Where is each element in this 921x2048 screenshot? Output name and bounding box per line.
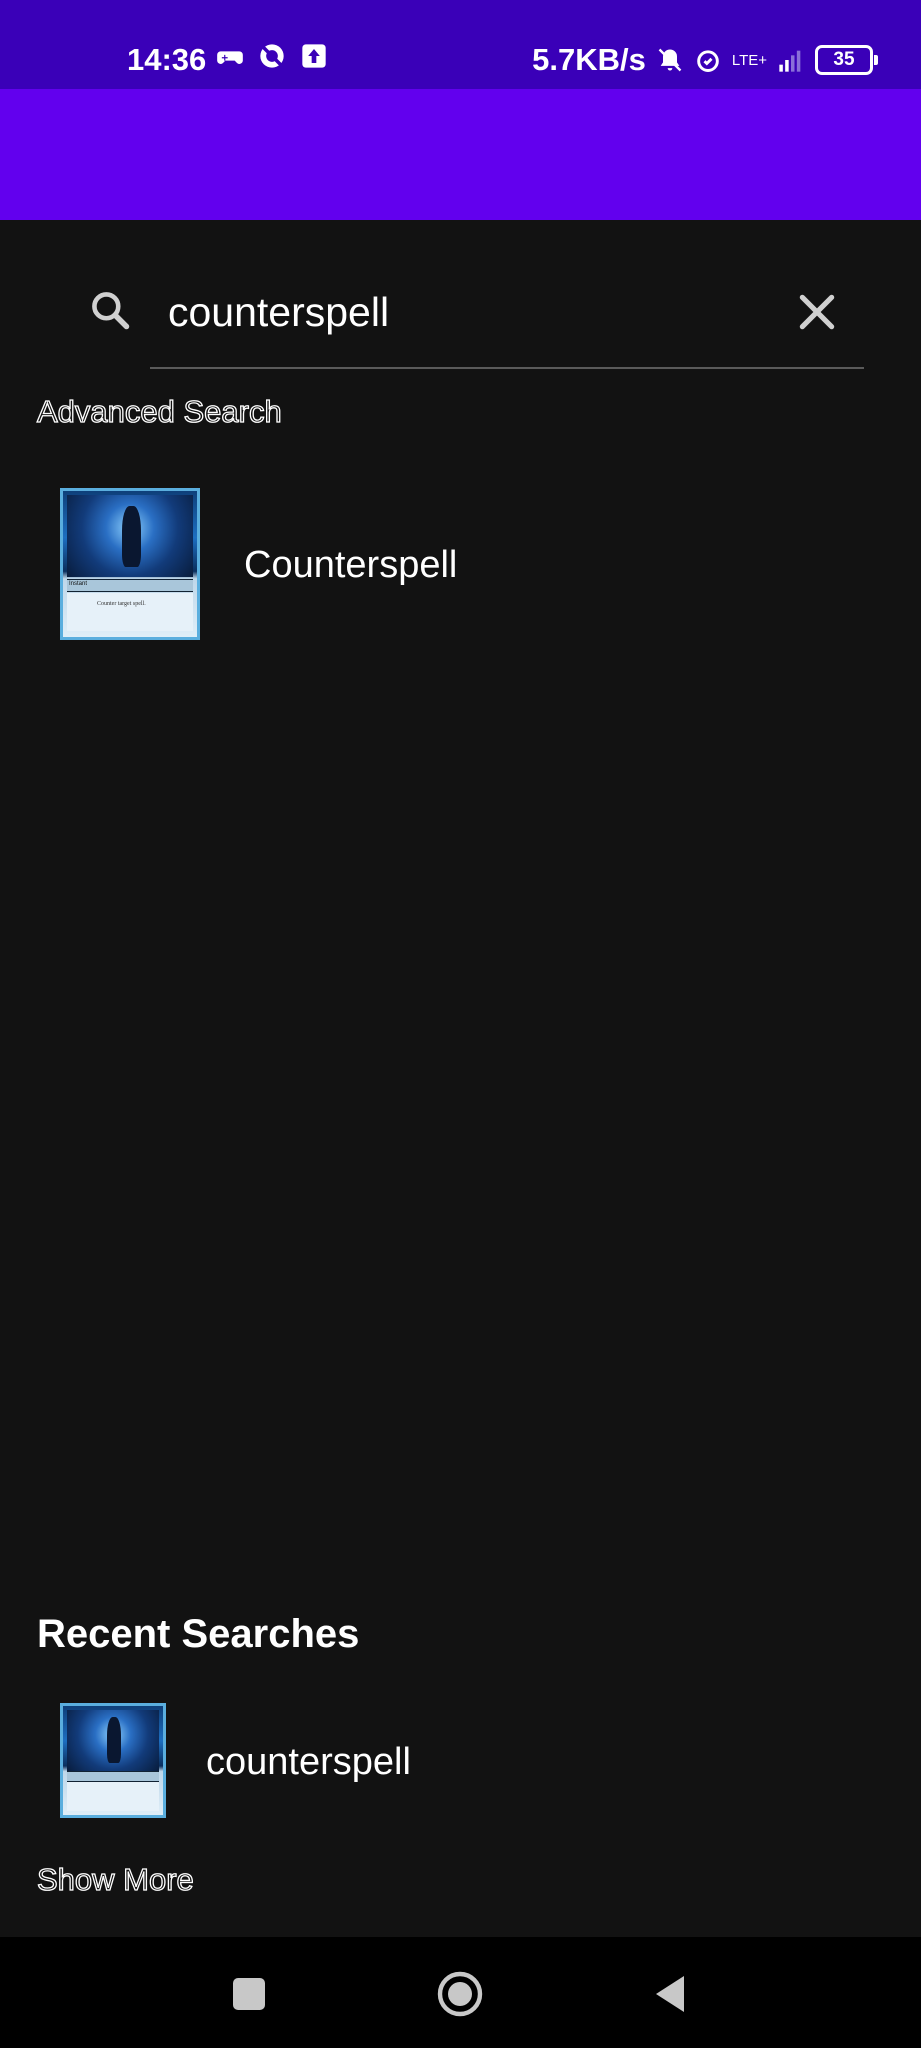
network-type: LTE+: [731, 51, 767, 69]
card-textbox: Counter target spell.: [67, 593, 193, 632]
circle-icon[interactable]: [436, 1970, 484, 2018]
card-textbox: [67, 1782, 159, 1811]
bell-off-icon: [658, 48, 682, 72]
card-thumbnail: Instant Counter target spell.: [60, 488, 200, 640]
advanced-search-link[interactable]: Advanced Search: [36, 393, 282, 430]
gamepad-icon: [217, 51, 243, 64]
show-more-link[interactable]: Show More: [36, 1861, 194, 1898]
card-typeline: Instant: [67, 578, 193, 593]
close-icon[interactable]: [795, 290, 839, 334]
triangle-back-icon[interactable]: [648, 1970, 696, 2018]
status-bar: 14:36 5.7KB/s LTE+ 35: [0, 0, 921, 89]
card-thumbnail: [60, 1703, 166, 1818]
upload-icon: [302, 44, 326, 68]
status-time: 14:36: [127, 42, 207, 77]
card-rules-text: Counter target spell.: [97, 601, 146, 608]
search-result-item[interactable]: Instant Counter target spell. Counterspe…: [60, 488, 880, 646]
recent-search-item[interactable]: counterspell: [60, 1703, 880, 1818]
result-label: Counterspell: [244, 544, 458, 586]
status-right-icons: 5.7KB/s LTE+ 35: [532, 42, 878, 78]
card-type-text: Instant: [69, 580, 88, 587]
search-icon: [92, 292, 130, 330]
alarm-icon: [697, 50, 719, 72]
network-speed: 5.7KB/s: [532, 42, 646, 77]
signal-icon: [779, 50, 801, 72]
battery-indicator: 35: [815, 45, 878, 75]
app-bar: [0, 89, 921, 220]
card-art-figure: [121, 505, 141, 567]
recent-searches-title: Recent Searches: [37, 1612, 360, 1656]
card-typeline: [67, 1771, 159, 1783]
recent-search-label: counterspell: [206, 1741, 411, 1783]
search-input[interactable]: [168, 282, 768, 342]
location-off-icon: [260, 44, 284, 68]
square-icon[interactable]: [225, 1970, 273, 2018]
card-art-figure: [107, 1716, 121, 1763]
status-left-icons: [216, 42, 328, 70]
search-underline: [150, 367, 864, 369]
